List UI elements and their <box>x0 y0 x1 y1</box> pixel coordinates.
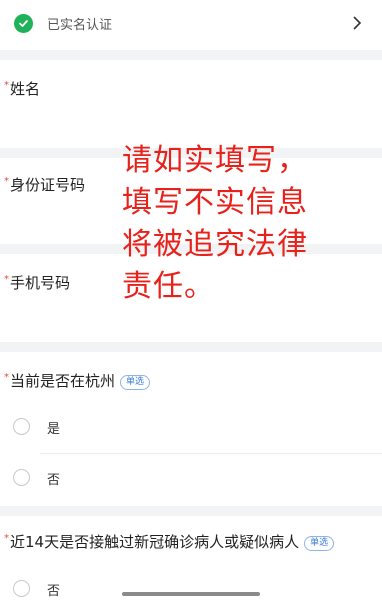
phone-label-text: 手机号码 <box>10 274 71 292</box>
question-contact-label: *近14天是否接触过新冠确诊病人或疑似病人 单选 <box>4 531 335 552</box>
single-choice-tag: 单选 <box>120 375 151 390</box>
name-label-text: 姓名 <box>10 80 41 98</box>
question-in-hangzhou-label: *当前是否在杭州 单选 <box>4 370 151 391</box>
chevron-right-icon <box>353 16 362 30</box>
section-divider <box>0 506 382 516</box>
section-divider <box>0 342 382 352</box>
warning-line: 请如实填写， <box>122 143 308 178</box>
legal-warning-overlay: 请如实填写， 填写不实信息 将被追究法律 责任。 <box>122 140 372 308</box>
required-mark: * <box>4 176 9 187</box>
radio-circle-icon[interactable] <box>13 580 30 597</box>
warning-line: 将被追究法律 <box>122 227 308 262</box>
radio-option-label: 否 <box>47 584 61 599</box>
home-indicator[interactable] <box>122 592 260 596</box>
required-mark: * <box>4 372 9 383</box>
question-text: 当前是否在杭州 <box>10 372 116 390</box>
required-mark: * <box>4 274 9 285</box>
radio-option-label: 否 <box>47 473 61 488</box>
question-text: 近14天是否接触过新冠确诊病人或疑似病人 <box>10 533 300 551</box>
radio-circle-icon[interactable] <box>13 418 30 435</box>
name-field-label: *姓名 <box>4 78 40 99</box>
section-divider <box>0 50 382 60</box>
radio-option-label: 是 <box>47 422 61 437</box>
radio-option-no[interactable]: 否 <box>0 455 382 503</box>
id-number-label-text: 身份证号码 <box>10 176 86 194</box>
radio-option-yes[interactable]: 是 <box>0 404 382 452</box>
single-choice-tag: 单选 <box>304 536 335 551</box>
check-icon <box>14 14 33 33</box>
required-mark: * <box>4 80 9 91</box>
phone-field-label: *手机号码 <box>4 272 70 293</box>
warning-line: 填写不实信息 <box>122 185 308 220</box>
real-name-verified-row[interactable]: 已实名认证 <box>0 0 382 48</box>
option-divider <box>40 453 382 454</box>
radio-circle-icon[interactable] <box>13 469 30 486</box>
warning-line: 责任。 <box>122 269 215 304</box>
id-number-field-label: *身份证号码 <box>4 174 85 195</box>
required-mark: * <box>4 533 9 544</box>
verified-label: 已实名认证 <box>47 18 113 33</box>
radio-option-no[interactable]: 否 <box>0 566 382 614</box>
